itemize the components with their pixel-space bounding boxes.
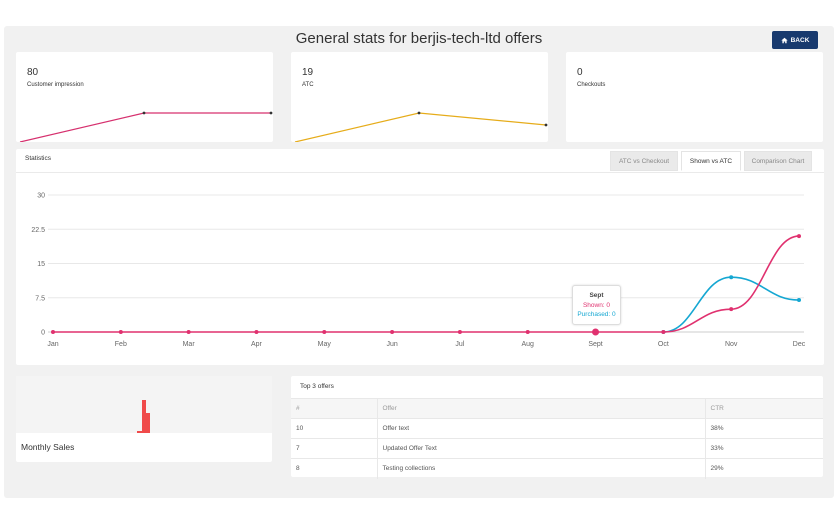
table-row[interactable]: 7 Updated Offer Text 33% bbox=[291, 438, 823, 459]
monthly-sales-label: Monthly Sales bbox=[21, 442, 75, 452]
tooltip-purchased: Purchased: 0 bbox=[577, 311, 616, 318]
stat-label: Checkouts bbox=[577, 82, 606, 88]
offer-name: Updated Offer Text bbox=[376, 438, 705, 459]
chart-tooltip: Sept Shown: 0 Purchased: 0 bbox=[572, 285, 621, 325]
offer-name: Testing collections bbox=[376, 458, 705, 479]
data-point[interactable] bbox=[797, 234, 801, 239]
data-point[interactable] bbox=[186, 330, 191, 334]
top-offers-card: Top 3 offers # Offer CTR 10 Offer text 3… bbox=[291, 376, 823, 479]
stat-card-atc: 19 ATC bbox=[291, 52, 548, 142]
offer-name: Offer text bbox=[376, 418, 705, 439]
table-row[interactable]: 8 Testing collections 29% bbox=[291, 458, 823, 479]
x-tick-label: May bbox=[318, 341, 332, 348]
x-tick-label: Oct bbox=[658, 341, 669, 348]
y-tick-label: 7.5 bbox=[35, 295, 45, 302]
offer-ctr: 33% bbox=[704, 438, 823, 459]
monthly-sales-card: Monthly Sales bbox=[16, 376, 272, 462]
data-point[interactable] bbox=[592, 328, 600, 336]
monthly-sales-chart-area bbox=[16, 376, 272, 433]
stat-card-impressions: 80 Customer impression bbox=[16, 52, 273, 142]
series-line-purchased bbox=[663, 276, 800, 333]
sales-bar bbox=[137, 431, 142, 433]
x-tick-label: Apr bbox=[251, 341, 263, 348]
data-point[interactable] bbox=[729, 275, 734, 280]
x-tick-label: Jun bbox=[386, 341, 397, 348]
table-row[interactable]: 10 Offer text 38% bbox=[291, 418, 823, 439]
home-icon bbox=[780, 37, 788, 43]
x-tick-label: Nov bbox=[725, 341, 738, 348]
data-point[interactable] bbox=[254, 330, 259, 334]
data-point[interactable] bbox=[322, 330, 327, 334]
column-header-rank: # bbox=[291, 398, 377, 419]
impressions-sparkline bbox=[19, 111, 273, 142]
stat-value: 0 bbox=[577, 67, 583, 78]
table-header-row: # Offer CTR bbox=[291, 398, 823, 419]
data-point[interactable] bbox=[661, 330, 666, 334]
data-point[interactable] bbox=[118, 330, 123, 334]
data-point[interactable] bbox=[390, 330, 395, 334]
back-label: BACK bbox=[790, 36, 810, 44]
data-point[interactable] bbox=[457, 330, 462, 334]
offer-rank: 7 bbox=[291, 438, 377, 459]
page-title: General stats for berjis-tech-ltd offers bbox=[295, 30, 543, 47]
column-header-offer: Offer bbox=[376, 398, 705, 419]
offer-ctr: 29% bbox=[704, 458, 823, 479]
top-offers-table: # Offer CTR 10 Offer text 38% 7 Updated … bbox=[291, 398, 823, 479]
offer-ctr: 38% bbox=[704, 418, 823, 439]
offer-rank: 8 bbox=[291, 458, 377, 479]
sales-bar bbox=[146, 413, 150, 433]
back-button[interactable]: BACK bbox=[772, 31, 818, 49]
stat-card-checkouts: 0 Checkouts bbox=[566, 52, 823, 142]
statistics-card: Statistics ATC vs Checkout Shown vs ATC … bbox=[16, 149, 824, 365]
data-point[interactable] bbox=[729, 307, 734, 312]
tooltip-shown: Shown: 0 bbox=[582, 302, 611, 309]
x-tick-label: Aug bbox=[521, 341, 534, 348]
y-tick-label: 30 bbox=[37, 193, 45, 200]
x-tick-label: Mar bbox=[183, 341, 196, 348]
y-tick-label: 0 bbox=[41, 330, 45, 337]
atc-sparkline bbox=[294, 111, 548, 142]
y-tick-label: 22.5 bbox=[31, 227, 45, 234]
x-tick-label: Sept bbox=[588, 341, 602, 348]
top-offers-title: Top 3 offers bbox=[300, 383, 334, 390]
statistics-chart: 0 7.5 15 22.5 30 Jan Feb Mar Apr May Jun Jul Aug Sept… bbox=[31, 193, 806, 349]
data-point[interactable] bbox=[51, 330, 55, 334]
data-point[interactable] bbox=[525, 330, 530, 334]
y-tick-label: 15 bbox=[37, 261, 45, 268]
x-tick-label: Dec bbox=[793, 341, 806, 348]
x-tick-label: Feb bbox=[115, 341, 127, 348]
offer-rank: 10 bbox=[291, 418, 377, 439]
x-tick-label: Jan bbox=[47, 341, 58, 348]
data-point[interactable] bbox=[797, 298, 801, 303]
x-tick-label: Jul bbox=[455, 341, 464, 348]
column-header-ctr: CTR bbox=[704, 398, 823, 419]
tooltip-title: Sept bbox=[589, 292, 604, 299]
